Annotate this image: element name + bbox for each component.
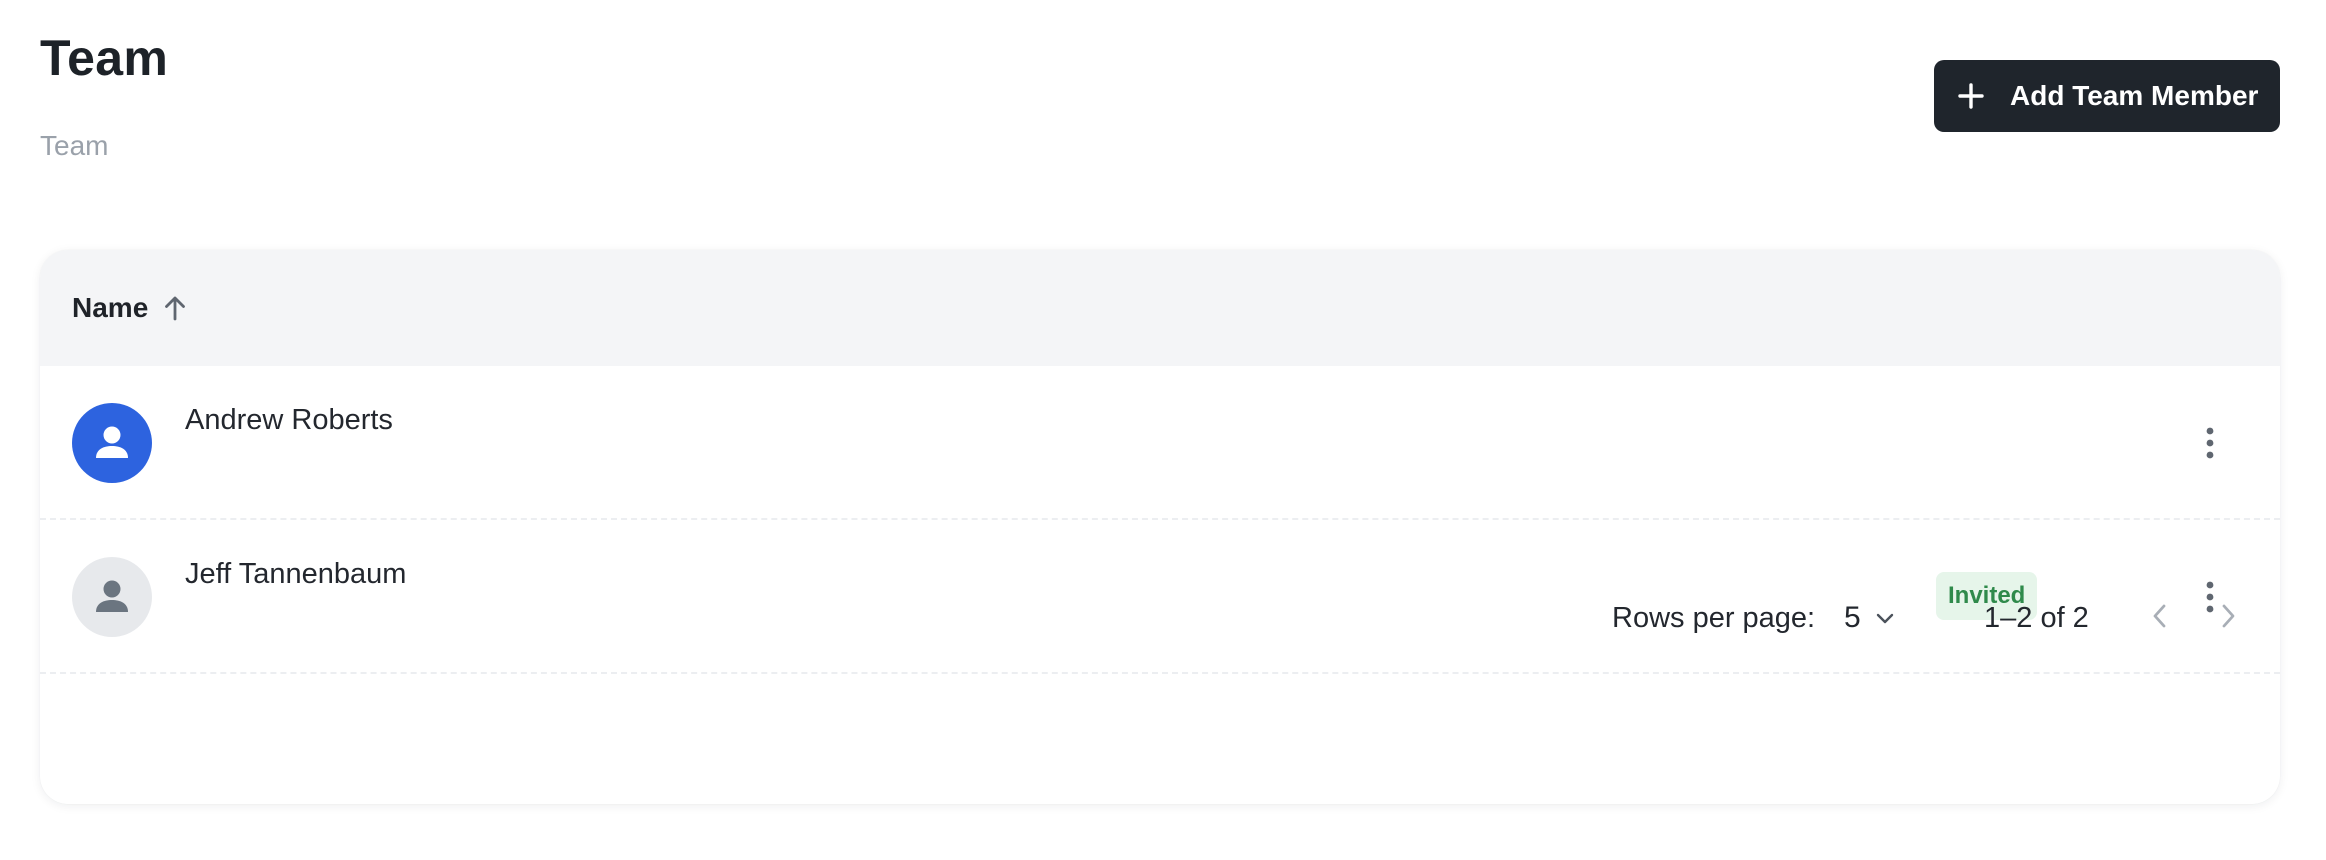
previous-page-button[interactable] [2138, 594, 2182, 638]
page-header: Team Team [40, 28, 169, 161]
arrow-up-icon [160, 293, 190, 323]
pagination: Rows per page: 5 1–2 of 2 [40, 558, 2280, 688]
add-team-member-button[interactable]: Add Team Member [1934, 60, 2280, 132]
add-team-member-label: Add Team Member [2010, 80, 2259, 111]
more-vertical-icon [2206, 427, 2214, 459]
rows-per-page-select[interactable]: 5 [1844, 598, 1897, 638]
name-column-header[interactable]: Name [72, 292, 190, 324]
page-title: Team [40, 30, 169, 86]
page-range: 1–2 of 2 [1984, 602, 2089, 634]
name-column-label: Name [72, 292, 149, 323]
team-table-card: Name Andrew Roberts Jeff Tannenbaum Invi… [40, 250, 2280, 804]
next-page-button[interactable] [2206, 594, 2250, 638]
table-row[interactable]: Andrew Roberts [40, 366, 2280, 520]
table-header: Name [40, 250, 2280, 366]
row-menu-button[interactable] [2186, 419, 2234, 467]
person-icon [96, 426, 128, 458]
rows-per-page-label: Rows per page: [1612, 602, 1816, 634]
avatar [72, 403, 152, 483]
chevron-right-icon [2222, 604, 2235, 628]
chevron-left-icon [2153, 604, 2166, 628]
plus-icon [1956, 81, 1986, 111]
rows-per-page-value: 5 [1844, 601, 1861, 634]
breadcrumb: Team [40, 130, 109, 161]
chevron-down-icon [1873, 606, 1897, 630]
member-name: Andrew Roberts [185, 404, 393, 436]
